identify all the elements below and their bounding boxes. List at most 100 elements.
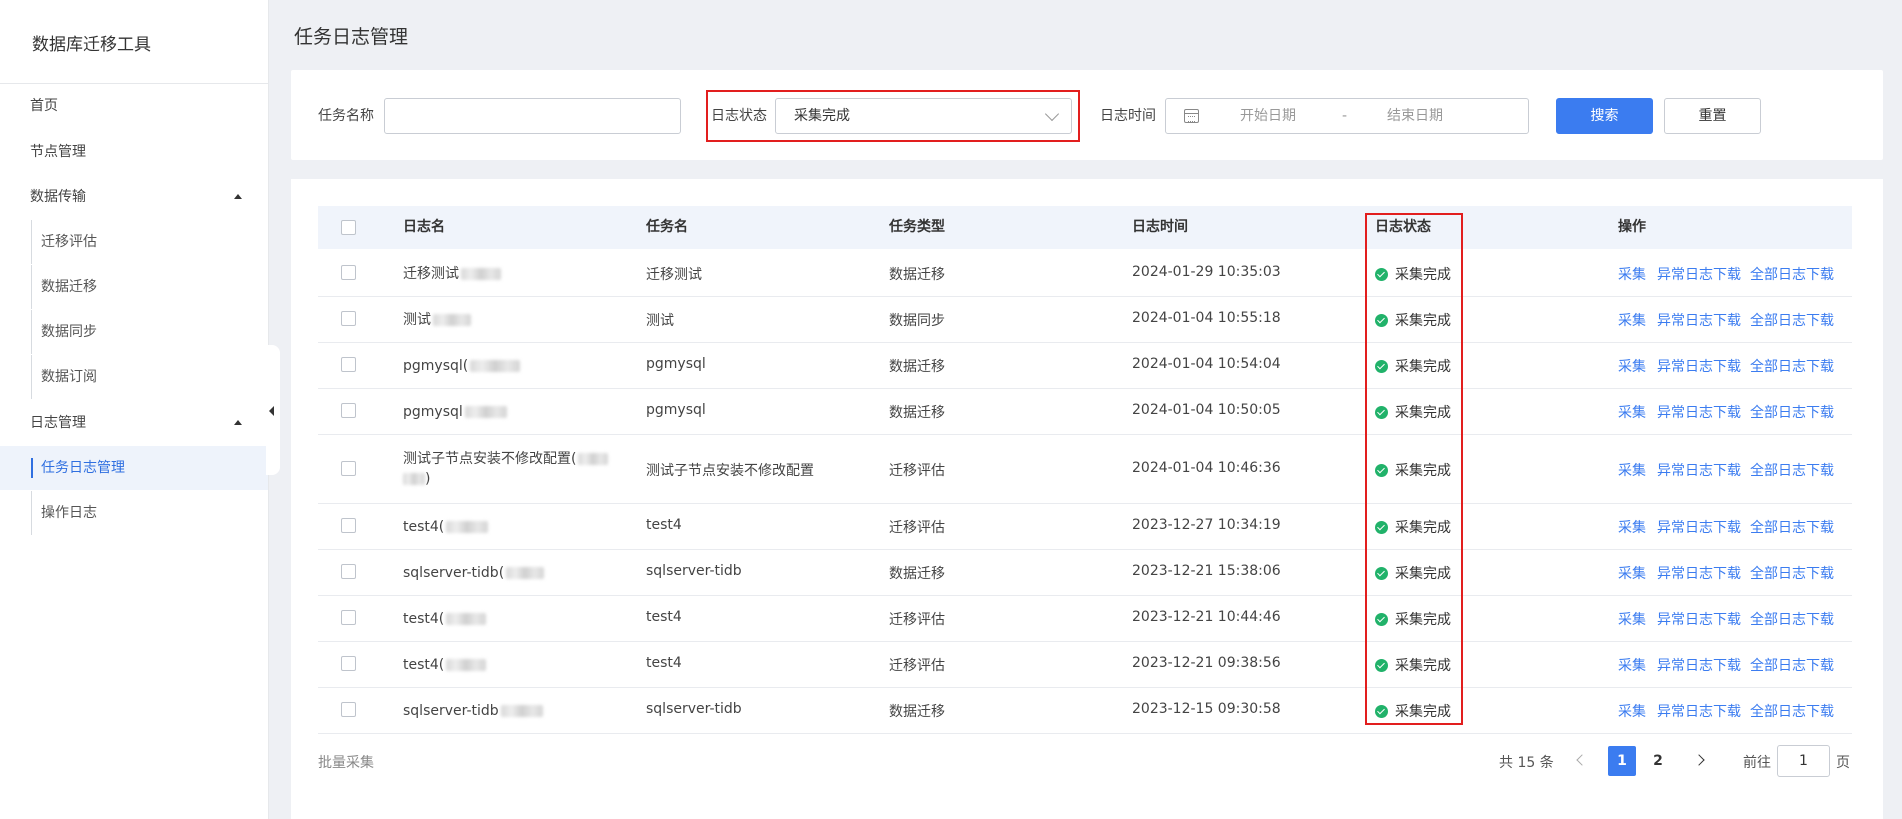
row-checkbox[interactable] <box>341 403 356 418</box>
task-type-cell: 数据迁移 <box>889 566 945 582</box>
sidebar-item-log-management[interactable]: 日志管理 <box>0 401 268 445</box>
status-badge: 采集完成 <box>1375 655 1451 675</box>
page-button-1[interactable]: 1 <box>1608 746 1636 776</box>
collect-link[interactable]: 采集 <box>1618 310 1646 330</box>
row-checkbox[interactable] <box>341 702 356 717</box>
all-log-download-link[interactable]: 全部日志下载 <box>1750 310 1834 330</box>
all-log-download-link[interactable]: 全部日志下载 <box>1750 402 1834 422</box>
log-status-select[interactable]: 采集完成 <box>775 98 1072 134</box>
task-name-label: 任务名称 <box>318 108 374 124</box>
collect-link[interactable]: 采集 <box>1618 563 1646 583</box>
status-badge: 采集完成 <box>1375 609 1451 629</box>
search-button[interactable]: 搜索 <box>1556 98 1653 134</box>
collect-link[interactable]: 采集 <box>1618 517 1646 537</box>
row-checkbox[interactable] <box>341 265 356 280</box>
task-type-cell: 数据同步 <box>889 313 945 329</box>
all-log-download-link[interactable]: 全部日志下载 <box>1750 655 1834 675</box>
row-checkbox[interactable] <box>341 518 356 533</box>
all-log-download-link[interactable]: 全部日志下载 <box>1750 517 1834 537</box>
column-header-task-type: 任务类型 <box>889 219 945 235</box>
error-log-download-link[interactable]: 异常日志下载 <box>1657 402 1741 422</box>
sidebar-item-operation-log[interactable]: 操作日志 <box>0 491 268 535</box>
task-name-input[interactable] <box>384 98 681 134</box>
check-circle-icon <box>1375 521 1388 534</box>
page-button-2[interactable]: 2 <box>1644 746 1672 776</box>
all-log-download-link[interactable]: 全部日志下载 <box>1750 609 1834 629</box>
sidebar-item-data-migration[interactable]: 数据迁移 <box>0 265 268 309</box>
row-checkbox[interactable] <box>341 357 356 372</box>
batch-collect-button[interactable]: 批量采集 <box>318 752 374 772</box>
date-range-picker[interactable]: 开始日期 - 结束日期 <box>1165 98 1529 134</box>
collect-link[interactable]: 采集 <box>1618 460 1646 480</box>
redacted-text <box>446 659 487 671</box>
sidebar-item-label: 数据迁移 <box>41 279 97 295</box>
all-log-download-link[interactable]: 全部日志下载 <box>1750 460 1834 480</box>
redacted-text <box>500 705 543 717</box>
error-log-download-link[interactable]: 异常日志下载 <box>1657 563 1741 583</box>
log-name-cell: test4( <box>403 609 613 629</box>
sidebar-item-data-subscription[interactable]: 数据订阅 <box>0 355 268 399</box>
status-text: 采集完成 <box>1395 359 1451 375</box>
log-time-cell: 2023-12-21 10:44:46 <box>1132 609 1281 625</box>
row-checkbox[interactable] <box>341 461 356 476</box>
sidebar-collapse-handle[interactable] <box>266 345 280 475</box>
all-log-download-link[interactable]: 全部日志下载 <box>1750 356 1834 376</box>
start-date-placeholder: 开始日期 <box>1240 108 1296 124</box>
log-time-cell: 2024-01-29 10:35:03 <box>1132 264 1281 280</box>
sidebar-item-label: 日志管理 <box>30 415 86 431</box>
sidebar-item-home[interactable]: 首页 <box>0 84 268 128</box>
row-checkbox[interactable] <box>341 656 356 671</box>
error-log-download-link[interactable]: 异常日志下载 <box>1657 655 1741 675</box>
log-name-text: 测试 <box>403 312 431 328</box>
error-log-download-link[interactable]: 异常日志下载 <box>1657 701 1741 721</box>
sidebar-item-node-management[interactable]: 节点管理 <box>0 130 268 174</box>
all-log-download-link[interactable]: 全部日志下载 <box>1750 563 1834 583</box>
check-circle-icon <box>1375 406 1388 419</box>
log-time-cell: 2024-01-04 10:50:05 <box>1132 402 1281 418</box>
collect-link[interactable]: 采集 <box>1618 609 1646 629</box>
pagination-total: 共 15 条 <box>1499 755 1554 771</box>
error-log-download-link[interactable]: 异常日志下载 <box>1657 517 1741 537</box>
log-name-cell: sqlserver-tidb <box>403 701 613 721</box>
collect-link[interactable]: 采集 <box>1618 402 1646 422</box>
check-circle-icon <box>1375 314 1388 327</box>
goto-page-input[interactable]: 1 <box>1777 745 1830 777</box>
all-log-download-link[interactable]: 全部日志下载 <box>1750 264 1834 284</box>
error-log-download-link[interactable]: 异常日志下载 <box>1657 609 1741 629</box>
error-log-download-link[interactable]: 异常日志下载 <box>1657 356 1741 376</box>
log-name-text: sqlserver-tidb <box>403 703 499 719</box>
sidebar-item-data-transfer[interactable]: 数据传输 <box>0 175 268 219</box>
collect-link[interactable]: 采集 <box>1618 264 1646 284</box>
error-log-download-link[interactable]: 异常日志下载 <box>1657 310 1741 330</box>
sidebar-item-label: 操作日志 <box>41 505 97 521</box>
collect-link[interactable]: 采集 <box>1618 701 1646 721</box>
collect-link[interactable]: 采集 <box>1618 655 1646 675</box>
row-checkbox[interactable] <box>341 564 356 579</box>
redacted-text <box>470 360 521 372</box>
sidebar-item-data-sync[interactable]: 数据同步 <box>0 310 268 354</box>
redacted-text <box>464 406 507 418</box>
column-header-log-name: 日志名 <box>403 219 445 235</box>
error-log-download-link[interactable]: 异常日志下载 <box>1657 264 1741 284</box>
row-checkbox[interactable] <box>341 610 356 625</box>
reset-button[interactable]: 重置 <box>1664 98 1761 134</box>
chevron-down-icon <box>1044 106 1060 122</box>
log-name-cell: pgmysql <box>403 402 613 422</box>
status-text: 采集完成 <box>1395 520 1451 536</box>
error-log-download-link[interactable]: 异常日志下载 <box>1657 460 1741 480</box>
sidebar-item-migration-assessment[interactable]: 迁移评估 <box>0 220 268 264</box>
column-header-task-name: 任务名 <box>646 219 688 235</box>
status-badge: 采集完成 <box>1375 460 1451 480</box>
all-log-download-link[interactable]: 全部日志下载 <box>1750 701 1834 721</box>
collect-link[interactable]: 采集 <box>1618 356 1646 376</box>
log-name-cell: test4( <box>403 517 613 537</box>
select-all-checkbox[interactable] <box>341 220 356 235</box>
status-badge: 采集完成 <box>1375 701 1451 721</box>
log-time-cell: 2023-12-15 09:30:58 <box>1132 701 1281 717</box>
sidebar-item-task-log-management[interactable]: 任务日志管理 <box>0 446 268 490</box>
table-row: sqlserver-tidb sqlserver-tidb 数据迁移 2023-12-… <box>318 687 1852 734</box>
status-badge: 采集完成 <box>1375 402 1451 422</box>
row-checkbox[interactable] <box>341 311 356 326</box>
log-name-cell: 测试子节点安装不修改配置() <box>403 449 613 489</box>
status-text: 采集完成 <box>1395 658 1451 674</box>
